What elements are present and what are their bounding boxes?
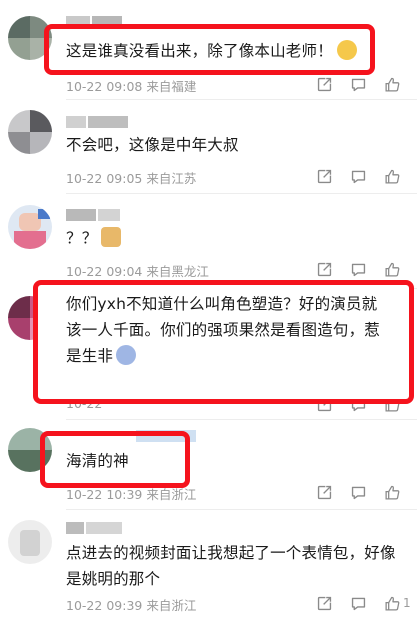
comment-text: 点进去的视频封面让我想起了一个表情包，好像是姚明的那个 xyxy=(66,544,396,588)
comment-location: 来自江苏 xyxy=(146,171,197,186)
shocked-face-emoji xyxy=(116,345,137,365)
comment-meta: 10-22 09:04 来自黑龙江 xyxy=(66,261,213,280)
share-icon xyxy=(316,595,333,612)
share-button[interactable] xyxy=(307,482,341,502)
avatar[interactable] xyxy=(8,205,52,249)
comment-date: 10-22 xyxy=(66,598,103,613)
comment-date: 10-22 xyxy=(66,171,103,186)
reply-button[interactable] xyxy=(341,259,375,279)
share-button[interactable] xyxy=(307,166,341,186)
comment-actions xyxy=(307,482,409,502)
share-button[interactable] xyxy=(307,259,341,279)
share-button[interactable] xyxy=(307,593,341,613)
comment-time: 09:39 xyxy=(106,598,143,613)
comment-time: 09:05 xyxy=(106,171,143,186)
comment-actions xyxy=(307,74,409,94)
comment-meta: 10-22 09:08 来自福建 xyxy=(66,76,200,95)
comment-time: 09:08 xyxy=(106,79,143,94)
comment-icon xyxy=(350,76,367,93)
comment-icon xyxy=(350,595,367,612)
share-icon xyxy=(316,168,333,185)
like-button[interactable] xyxy=(375,482,409,502)
thumbs-up-icon xyxy=(384,484,401,501)
like-button[interactable] xyxy=(375,259,409,279)
divider xyxy=(66,193,417,194)
comment-meta: 10-22 09:39 来自浙江 xyxy=(66,595,200,614)
comment-actions: 1 xyxy=(307,593,411,613)
comment-icon xyxy=(350,261,367,278)
comment-location: 来自福建 xyxy=(146,79,197,94)
share-icon xyxy=(316,484,333,501)
comment-date: 10-22 xyxy=(66,79,103,94)
comment-item: ？？ 10-22 09:04 来自黑龙江 xyxy=(0,195,417,290)
like-button[interactable] xyxy=(375,74,409,94)
comment-time: 10:39 xyxy=(106,487,143,502)
like-button[interactable]: 1 xyxy=(375,593,411,613)
comment-location: 来自浙江 xyxy=(146,598,197,613)
comment-location: 来自黑龙江 xyxy=(146,264,209,279)
comment-text-overlay: 你们yxh不知道什么叫角色塑造？好的演员就该一人千面。你们的强项果然是看图造句，… xyxy=(66,295,381,365)
highlight-box xyxy=(44,24,375,75)
share-button[interactable] xyxy=(307,74,341,94)
comment-date: 10-22 xyxy=(66,487,103,502)
thumbs-up-icon xyxy=(384,595,401,612)
comment-actions xyxy=(307,259,409,279)
like-button[interactable] xyxy=(375,166,409,186)
comment-date: 10-22 xyxy=(66,264,103,279)
reply-button[interactable] xyxy=(341,482,375,502)
highlight-box xyxy=(40,431,190,488)
comment-location: 来自浙江 xyxy=(146,487,197,502)
thumbs-up-icon xyxy=(384,168,401,185)
comment-text: ？？ xyxy=(66,225,366,251)
share-icon xyxy=(316,261,333,278)
avatar[interactable] xyxy=(8,520,52,564)
comment-meta: 10-22 09:05 来自江苏 xyxy=(66,168,200,187)
avatar[interactable] xyxy=(8,110,52,154)
comment-actions xyxy=(307,166,409,186)
comment-item: 不会吧，这像是中年大叔 10-22 09:05 来自江苏 xyxy=(0,100,417,195)
comment-icon xyxy=(350,484,367,501)
comment-item: 点进去的视频封面让我想起了一个表情包，好像是姚明的那个 10-22 09:39 来自… xyxy=(0,510,417,620)
comment-text: 不会吧，这像是中年大叔 xyxy=(66,136,239,154)
doge-emoji xyxy=(101,227,122,247)
reply-button[interactable] xyxy=(341,593,375,613)
reply-button[interactable] xyxy=(341,74,375,94)
comment-time: 09:04 xyxy=(106,264,143,279)
comment-icon xyxy=(350,168,367,185)
share-icon xyxy=(316,76,333,93)
thumbs-up-icon xyxy=(384,261,401,278)
thumbs-up-icon xyxy=(384,76,401,93)
reply-button[interactable] xyxy=(341,166,375,186)
like-count: 1 xyxy=(403,596,411,610)
